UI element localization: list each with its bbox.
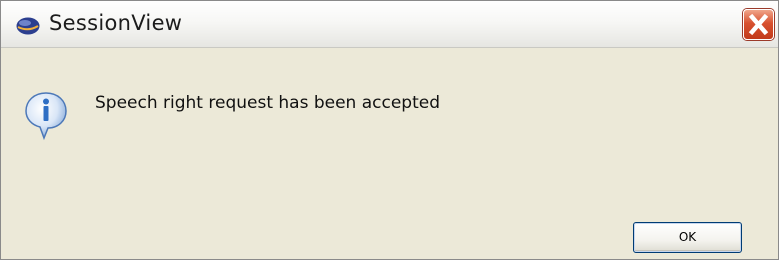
- ok-button[interactable]: OK: [633, 222, 742, 253]
- close-icon: [748, 13, 769, 36]
- dialog-message: Speech right request has been accepted: [95, 93, 441, 113]
- info-icon: [24, 91, 68, 141]
- title-bar[interactable]: SessionView: [1, 1, 778, 48]
- close-button[interactable]: [743, 9, 774, 40]
- message-dialog: SessionView Speech right request has bee…: [0, 0, 779, 260]
- dialog-body: Speech right request has been accepted O…: [1, 48, 778, 261]
- window-title: SessionView: [49, 11, 183, 35]
- app-logo-icon: [15, 16, 41, 36]
